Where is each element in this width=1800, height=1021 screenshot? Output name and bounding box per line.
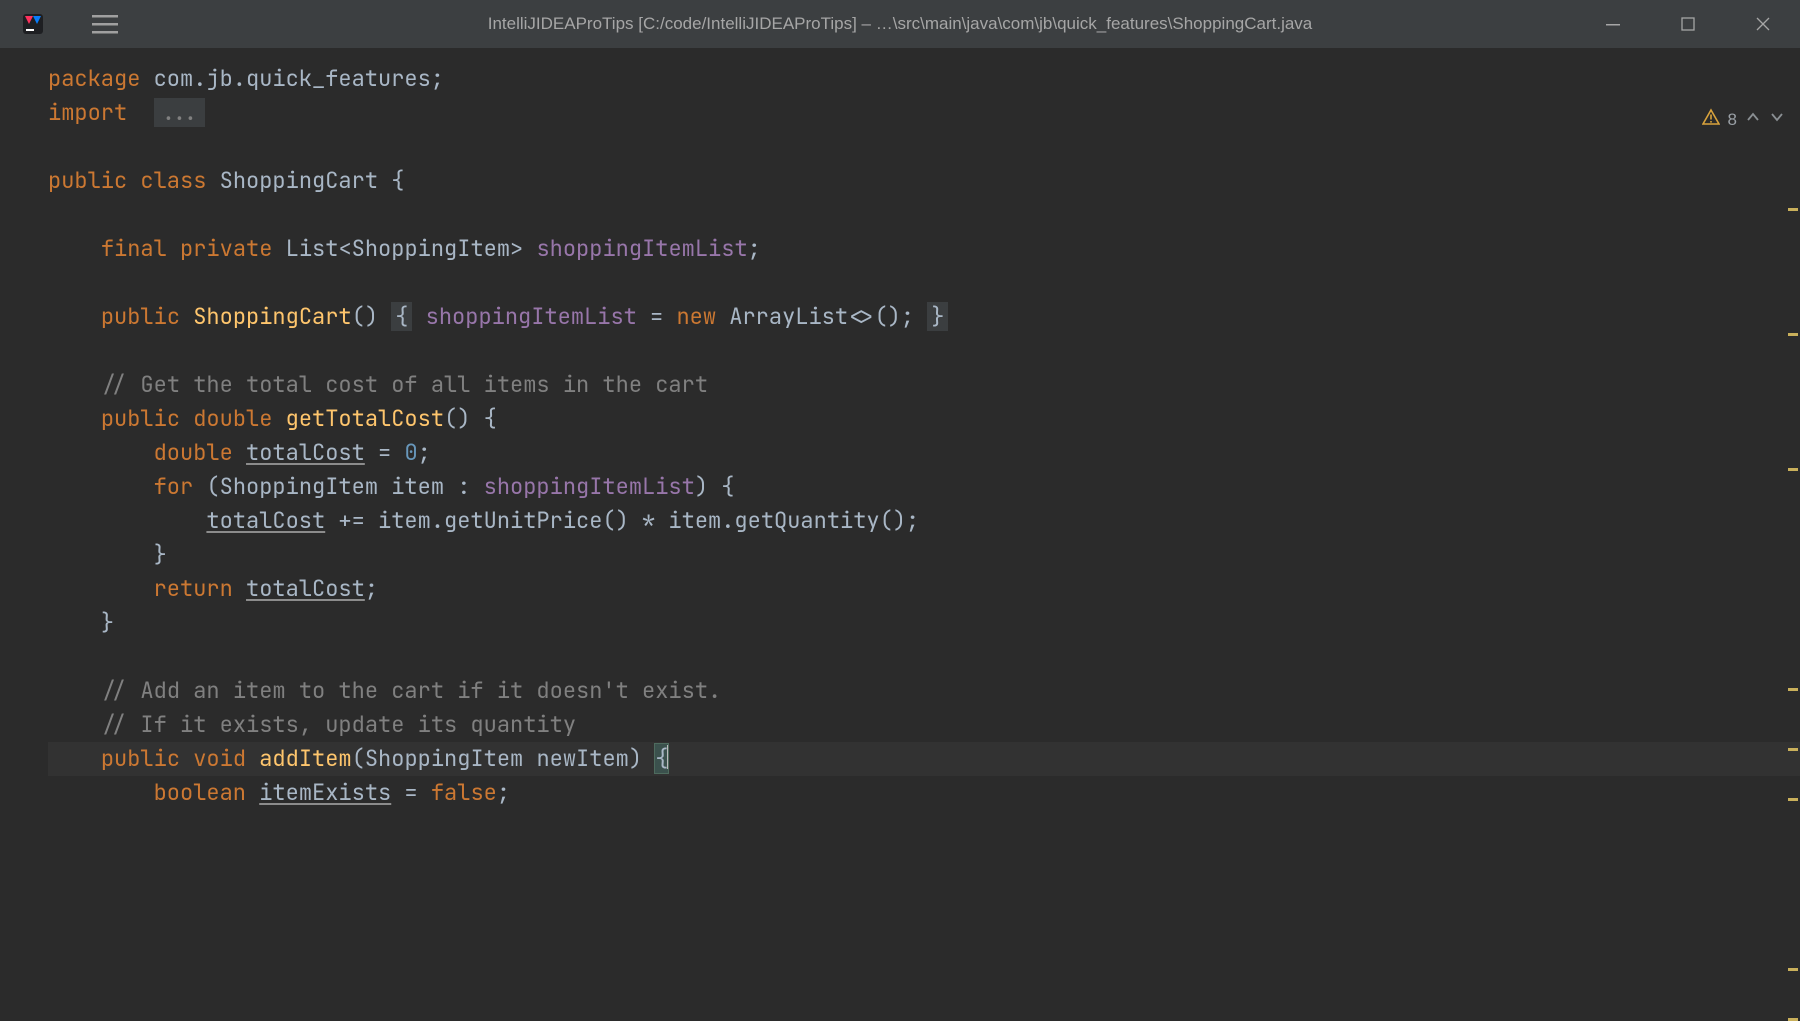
code-token: false bbox=[431, 778, 497, 807]
code-token: public bbox=[101, 404, 180, 433]
fold-region[interactable]: { bbox=[391, 302, 412, 331]
code-token: shoppingItemList bbox=[484, 472, 695, 501]
code-token: (ShoppingItem newItem) bbox=[352, 744, 656, 773]
warning-marker[interactable] bbox=[1788, 333, 1798, 336]
code-token: private bbox=[180, 234, 272, 263]
titlebar: IntelliJIDEAProTips [C:/code/IntelliJIDE… bbox=[0, 0, 1800, 48]
code-token: totalCost bbox=[246, 574, 365, 603]
code-token: ; bbox=[748, 234, 761, 263]
code-token: shoppingItemList bbox=[426, 302, 637, 331]
warning-marker[interactable] bbox=[1788, 798, 1798, 801]
warning-icon bbox=[1702, 108, 1720, 131]
window-controls bbox=[1575, 0, 1800, 48]
code-token: addItem bbox=[259, 744, 351, 773]
warning-marker[interactable] bbox=[1788, 968, 1798, 971]
fold-region[interactable]: } bbox=[927, 302, 948, 331]
intellij-icon bbox=[20, 11, 46, 37]
code-token: double bbox=[193, 404, 272, 433]
code-token: ; bbox=[497, 778, 510, 807]
code-token: package bbox=[48, 64, 140, 93]
minimize-button[interactable] bbox=[1575, 0, 1650, 48]
code-token: final bbox=[101, 234, 167, 263]
code-token: = bbox=[637, 302, 677, 331]
code-token: totalCost bbox=[246, 438, 365, 467]
text-caret bbox=[667, 745, 669, 769]
error-stripe[interactable] bbox=[1784, 108, 1798, 990]
code-token: com.jb.quick_features; bbox=[140, 64, 444, 93]
code-token: (ShoppingItem item : bbox=[193, 472, 483, 501]
code-comment: // Add an item to the cart if it doesn't… bbox=[101, 676, 721, 705]
warning-marker[interactable] bbox=[1788, 748, 1798, 751]
code-token: import bbox=[48, 98, 127, 127]
code-token: getTotalCost bbox=[286, 404, 444, 433]
code-token: class bbox=[140, 166, 206, 195]
code-token: shoppingItemList bbox=[536, 234, 747, 263]
code-token: public bbox=[48, 166, 127, 195]
code-comment: // Get the total cost of all items in th… bbox=[101, 370, 708, 399]
chevron-down-icon[interactable] bbox=[1769, 109, 1785, 130]
code-content[interactable]: package com.jb.quick_features; import ..… bbox=[0, 48, 1800, 810]
maximize-button[interactable] bbox=[1650, 0, 1725, 48]
warning-count: 8 bbox=[1728, 110, 1737, 130]
code-token: ) { bbox=[695, 472, 735, 501]
code-token: += item.getUnitPrice() * item.getQuantit… bbox=[325, 506, 919, 535]
code-token: ; bbox=[365, 574, 378, 603]
fold-ellipsis[interactable]: ... bbox=[154, 98, 206, 127]
code-token: ; bbox=[418, 438, 431, 467]
close-button[interactable] bbox=[1725, 0, 1800, 48]
code-token: public bbox=[101, 302, 180, 331]
code-token: for bbox=[154, 472, 194, 501]
code-token: new bbox=[676, 302, 716, 331]
code-token: totalCost bbox=[206, 506, 325, 535]
code-token: double bbox=[154, 438, 233, 467]
code-token: List<ShoppingItem> bbox=[286, 234, 524, 263]
code-token: } bbox=[101, 608, 114, 637]
code-token: void bbox=[193, 744, 246, 773]
code-token: () bbox=[352, 302, 378, 331]
code-token: { bbox=[391, 166, 404, 195]
code-comment: // If it exists, update its quantity bbox=[101, 710, 576, 739]
code-token: () { bbox=[444, 404, 497, 433]
code-token: boolean bbox=[154, 778, 246, 807]
warning-marker[interactable] bbox=[1788, 688, 1798, 691]
code-token: ShoppingCart bbox=[220, 166, 378, 195]
warning-marker[interactable] bbox=[1788, 468, 1798, 471]
code-token: } bbox=[154, 540, 167, 569]
code-token: ShoppingCart bbox=[193, 302, 351, 331]
code-token: = bbox=[391, 778, 431, 807]
code-token: 0 bbox=[404, 438, 417, 467]
code-token: public bbox=[101, 744, 180, 773]
window-title: IntelliJIDEAProTips [C:/code/IntelliJIDE… bbox=[488, 14, 1313, 34]
code-token: itemExists bbox=[259, 778, 391, 807]
code-token: return bbox=[154, 574, 233, 603]
inspection-widget[interactable]: 8 bbox=[1702, 108, 1785, 131]
code-token: ArrayList<>(); bbox=[716, 302, 927, 331]
code-token: = bbox=[365, 438, 405, 467]
chevron-up-icon[interactable] bbox=[1745, 109, 1761, 130]
warning-marker[interactable] bbox=[1788, 208, 1798, 211]
code-editor[interactable]: 8 package com.jb.quick_features; import … bbox=[0, 48, 1800, 1000]
hamburger-menu-icon[interactable] bbox=[86, 7, 124, 41]
